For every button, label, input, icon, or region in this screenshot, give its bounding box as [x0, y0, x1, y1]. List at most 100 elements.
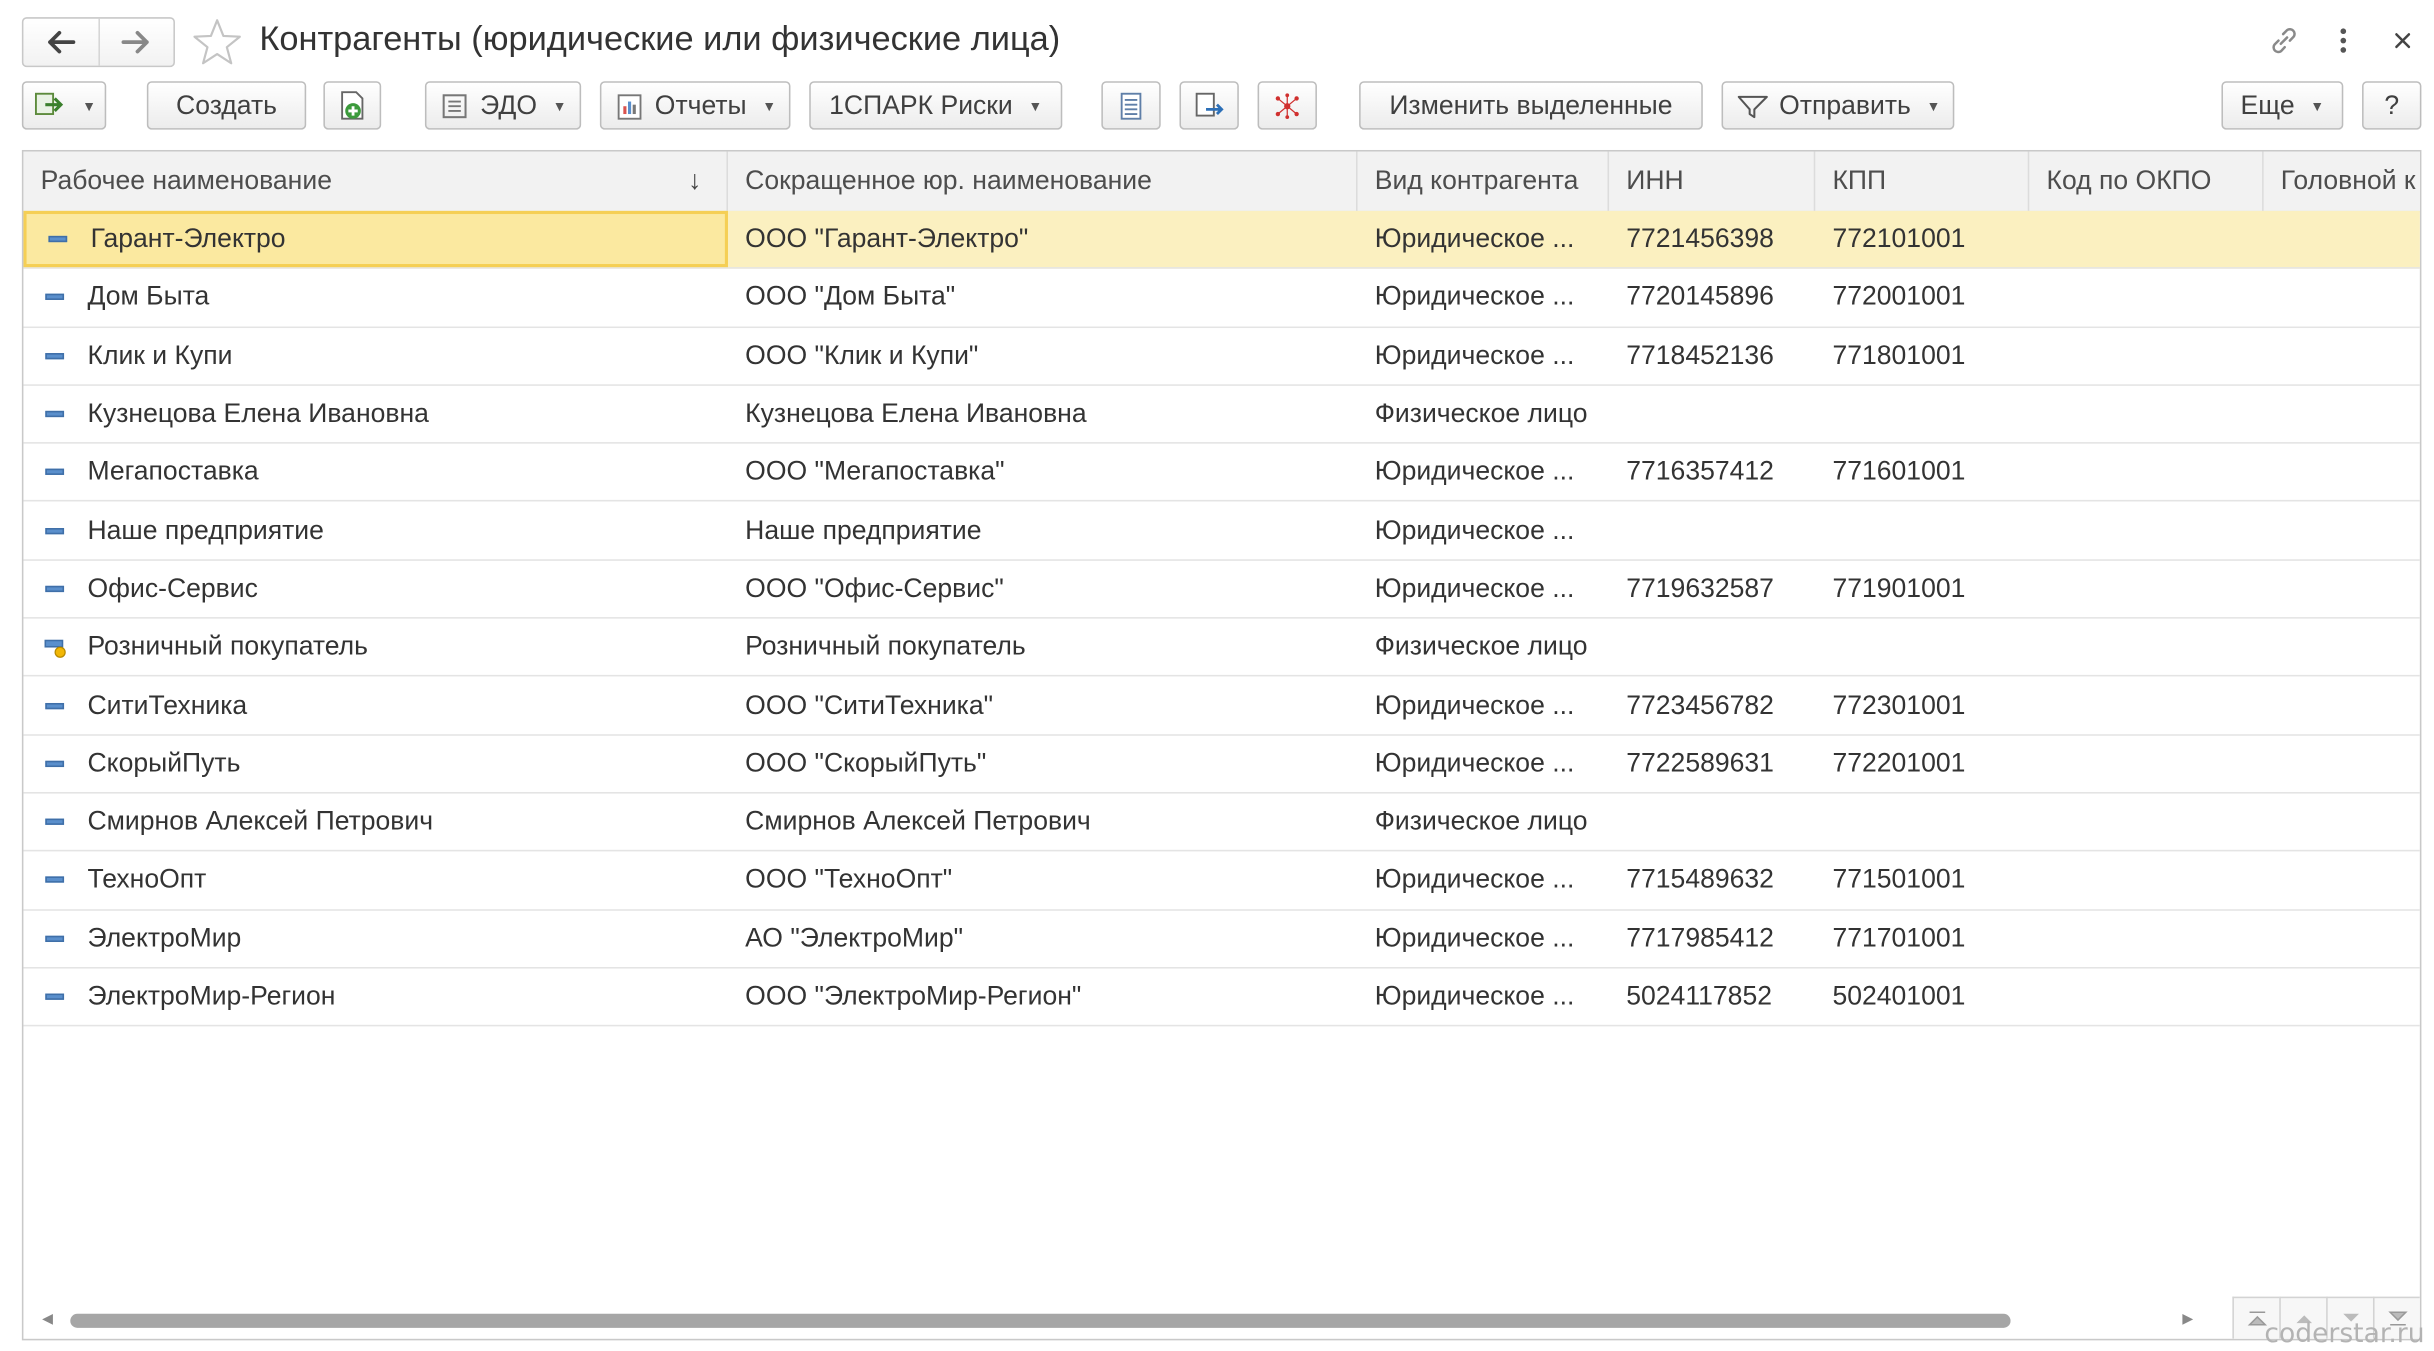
cell-okpo[interactable] — [2029, 910, 2263, 967]
cell-head-org[interactable] — [2264, 619, 2420, 676]
cell-head-org[interactable] — [2264, 269, 2420, 326]
table-row[interactable]: Офис-Сервис ООО "Офис-Сервис" Юридическое … — [23, 560, 2420, 619]
table-row[interactable]: Гарант-Электро ООО "Гарант-Электро" Юридич… — [23, 210, 2420, 270]
cell-okpo[interactable] — [2029, 327, 2263, 384]
cell-short-name[interactable]: АО "ЭлектроМир" — [728, 910, 1358, 967]
cell-inn[interactable]: 7721456398 — [1609, 211, 1815, 268]
cell-kind[interactable]: Физическое лицо — [1358, 794, 1610, 851]
spark-risks-menu-button[interactable]: 1СПАРК Риски ▼ — [809, 81, 1063, 130]
cell-kind[interactable]: Юридическое ... — [1358, 444, 1610, 501]
cell-working-name[interactable]: Дом Быта — [23, 269, 728, 326]
cell-inn[interactable] — [1609, 619, 1815, 676]
more-menu-button[interactable]: Еще ▼ — [2221, 81, 2344, 130]
cell-kind[interactable]: Юридическое ... — [1358, 211, 1610, 268]
exchange-button[interactable] — [1179, 81, 1239, 130]
cell-head-org[interactable] — [2264, 735, 2420, 792]
cell-short-name[interactable]: ООО "СкорыйПуть" — [728, 735, 1358, 792]
column-header-head-org[interactable]: Головной к — [2264, 152, 2420, 211]
cell-short-name[interactable]: Розничный покупатель — [728, 619, 1358, 676]
cell-short-name[interactable]: Смирнов Алексей Петрович — [728, 794, 1358, 851]
cell-working-name[interactable]: СкорыйПуть — [23, 735, 728, 792]
cell-head-org[interactable] — [2264, 211, 2420, 268]
cell-working-name[interactable]: ТехноОпт — [23, 852, 728, 909]
cell-inn[interactable]: 7715489632 — [1609, 852, 1815, 909]
cell-working-name[interactable]: Офис-Сервис — [23, 560, 728, 617]
cell-okpo[interactable] — [2029, 211, 2263, 268]
favorite-star-button[interactable] — [191, 16, 244, 69]
cell-inn[interactable]: 7723456782 — [1609, 677, 1815, 734]
back-button[interactable] — [23, 19, 97, 66]
close-button[interactable] — [2384, 22, 2421, 59]
scroll-right-icon[interactable]: ▶ — [2182, 1311, 2193, 1328]
cell-kpp[interactable]: 772201001 — [1815, 735, 2029, 792]
table-row[interactable]: Наше предприятие Наше предприятие Юридичес… — [23, 502, 2420, 561]
cell-working-name[interactable]: Розничный покупатель — [23, 619, 728, 676]
cell-kpp[interactable] — [1815, 619, 2029, 676]
cell-short-name[interactable]: ООО "ЭлектроМир-Регион" — [728, 968, 1358, 1025]
table-row[interactable]: СитиТехника ООО "СитиТехника" Юридическое … — [23, 677, 2420, 736]
cell-kpp[interactable]: 772301001 — [1815, 677, 2029, 734]
cell-head-org[interactable] — [2264, 910, 2420, 967]
table-row[interactable]: Дом Быта ООО "Дом Быта" Юридическое ... 772… — [23, 269, 2420, 328]
send-menu-button[interactable]: Отправить ▼ — [1721, 81, 1955, 130]
cell-kind[interactable]: Юридическое ... — [1358, 735, 1610, 792]
cell-working-name[interactable]: Кузнецова Елена Ивановна — [23, 386, 728, 443]
forward-button[interactable] — [97, 18, 174, 66]
cell-kind[interactable]: Юридическое ... — [1358, 502, 1610, 559]
more-options-button[interactable] — [2325, 22, 2362, 59]
create-button[interactable]: Создать — [146, 81, 307, 130]
cell-inn[interactable]: 7717985412 — [1609, 910, 1815, 967]
cell-short-name[interactable]: Кузнецова Елена Ивановна — [728, 386, 1358, 443]
cell-kpp[interactable]: 771701001 — [1815, 910, 2029, 967]
cell-kind[interactable]: Юридическое ... — [1358, 560, 1610, 617]
cell-kind[interactable]: Физическое лицо — [1358, 386, 1610, 443]
scroll-left-icon[interactable]: ◀ — [42, 1311, 53, 1328]
cell-working-name[interactable]: Мегапоставка — [23, 444, 728, 501]
cell-kpp[interactable]: 771501001 — [1815, 852, 2029, 909]
cell-short-name[interactable]: Наше предприятие — [728, 502, 1358, 559]
create-based-on-button[interactable]: ▼ — [21, 81, 107, 130]
cell-inn[interactable]: 7720145896 — [1609, 269, 1815, 326]
link-button[interactable] — [2265, 22, 2302, 59]
table-row[interactable]: ЭлектроМир-Регион ООО "ЭлектроМир-Регион"… — [23, 968, 2420, 1027]
cell-short-name[interactable]: ООО "Дом Быта" — [728, 269, 1358, 326]
cell-okpo[interactable] — [2029, 677, 2263, 734]
horizontal-scrollbar[interactable]: ◀ ▶ — [23, 1301, 2226, 1338]
cell-inn[interactable] — [1609, 794, 1815, 851]
column-header-working-name[interactable]: Рабочее наименование ↓ — [23, 151, 728, 211]
structure-button[interactable] — [1257, 81, 1317, 130]
cell-kpp[interactable] — [1815, 794, 2029, 851]
table-row[interactable]: Мегапоставка ООО "Мегапоставка" Юридическо… — [23, 444, 2420, 503]
cell-kpp[interactable]: 771601001 — [1815, 444, 2029, 501]
cell-kind[interactable]: Юридическое ... — [1358, 852, 1610, 909]
cell-kind[interactable]: Юридическое ... — [1358, 327, 1610, 384]
column-header-kpp[interactable]: КПП — [1815, 151, 2030, 211]
cell-kpp[interactable]: 772101001 — [1815, 211, 2029, 268]
table-row[interactable]: Смирнов Алексей Петрович Смирнов Алексей … — [23, 794, 2420, 852]
cell-kind[interactable]: Юридическое ... — [1358, 910, 1610, 967]
table-row[interactable]: ЭлектроМир АО "ЭлектроМир" Юридическое ...… — [23, 910, 2420, 969]
cell-working-name[interactable]: Гарант-Электро — [23, 210, 728, 268]
cell-okpo[interactable] — [2029, 444, 2263, 501]
cell-okpo[interactable] — [2029, 735, 2263, 792]
cell-okpo[interactable] — [2029, 502, 2263, 559]
cell-kpp[interactable] — [1815, 502, 2029, 559]
cell-head-org[interactable] — [2264, 327, 2420, 384]
cell-kind[interactable]: Юридическое ... — [1358, 968, 1610, 1025]
cell-working-name[interactable]: ЭлектроМир-Регион — [23, 968, 728, 1025]
cell-kind[interactable]: Физическое лицо — [1358, 619, 1610, 676]
scrollbar-thumb[interactable] — [70, 1313, 2011, 1328]
table-row[interactable]: Кузнецова Елена Ивановна Кузнецова Елена … — [23, 386, 2420, 444]
cell-kind[interactable]: Юридическое ... — [1358, 269, 1610, 326]
cell-okpo[interactable] — [2029, 619, 2263, 676]
cell-head-org[interactable] — [2264, 852, 2420, 909]
edo-menu-button[interactable]: ЭДО ▼ — [424, 81, 582, 130]
cell-inn[interactable]: 7722589631 — [1609, 735, 1815, 792]
cell-okpo[interactable] — [2029, 968, 2263, 1025]
cell-short-name[interactable]: ООО "Офис-Сервис" — [728, 560, 1358, 617]
cell-head-org[interactable] — [2264, 677, 2420, 734]
counterparties-table[interactable]: Рабочее наименование ↓ Сокращенное юр. н… — [21, 149, 2422, 1341]
cell-kpp[interactable]: 772001001 — [1815, 269, 2029, 326]
edit-selected-button[interactable]: Изменить выделенные — [1359, 81, 1703, 130]
cell-okpo[interactable] — [2029, 386, 2263, 443]
